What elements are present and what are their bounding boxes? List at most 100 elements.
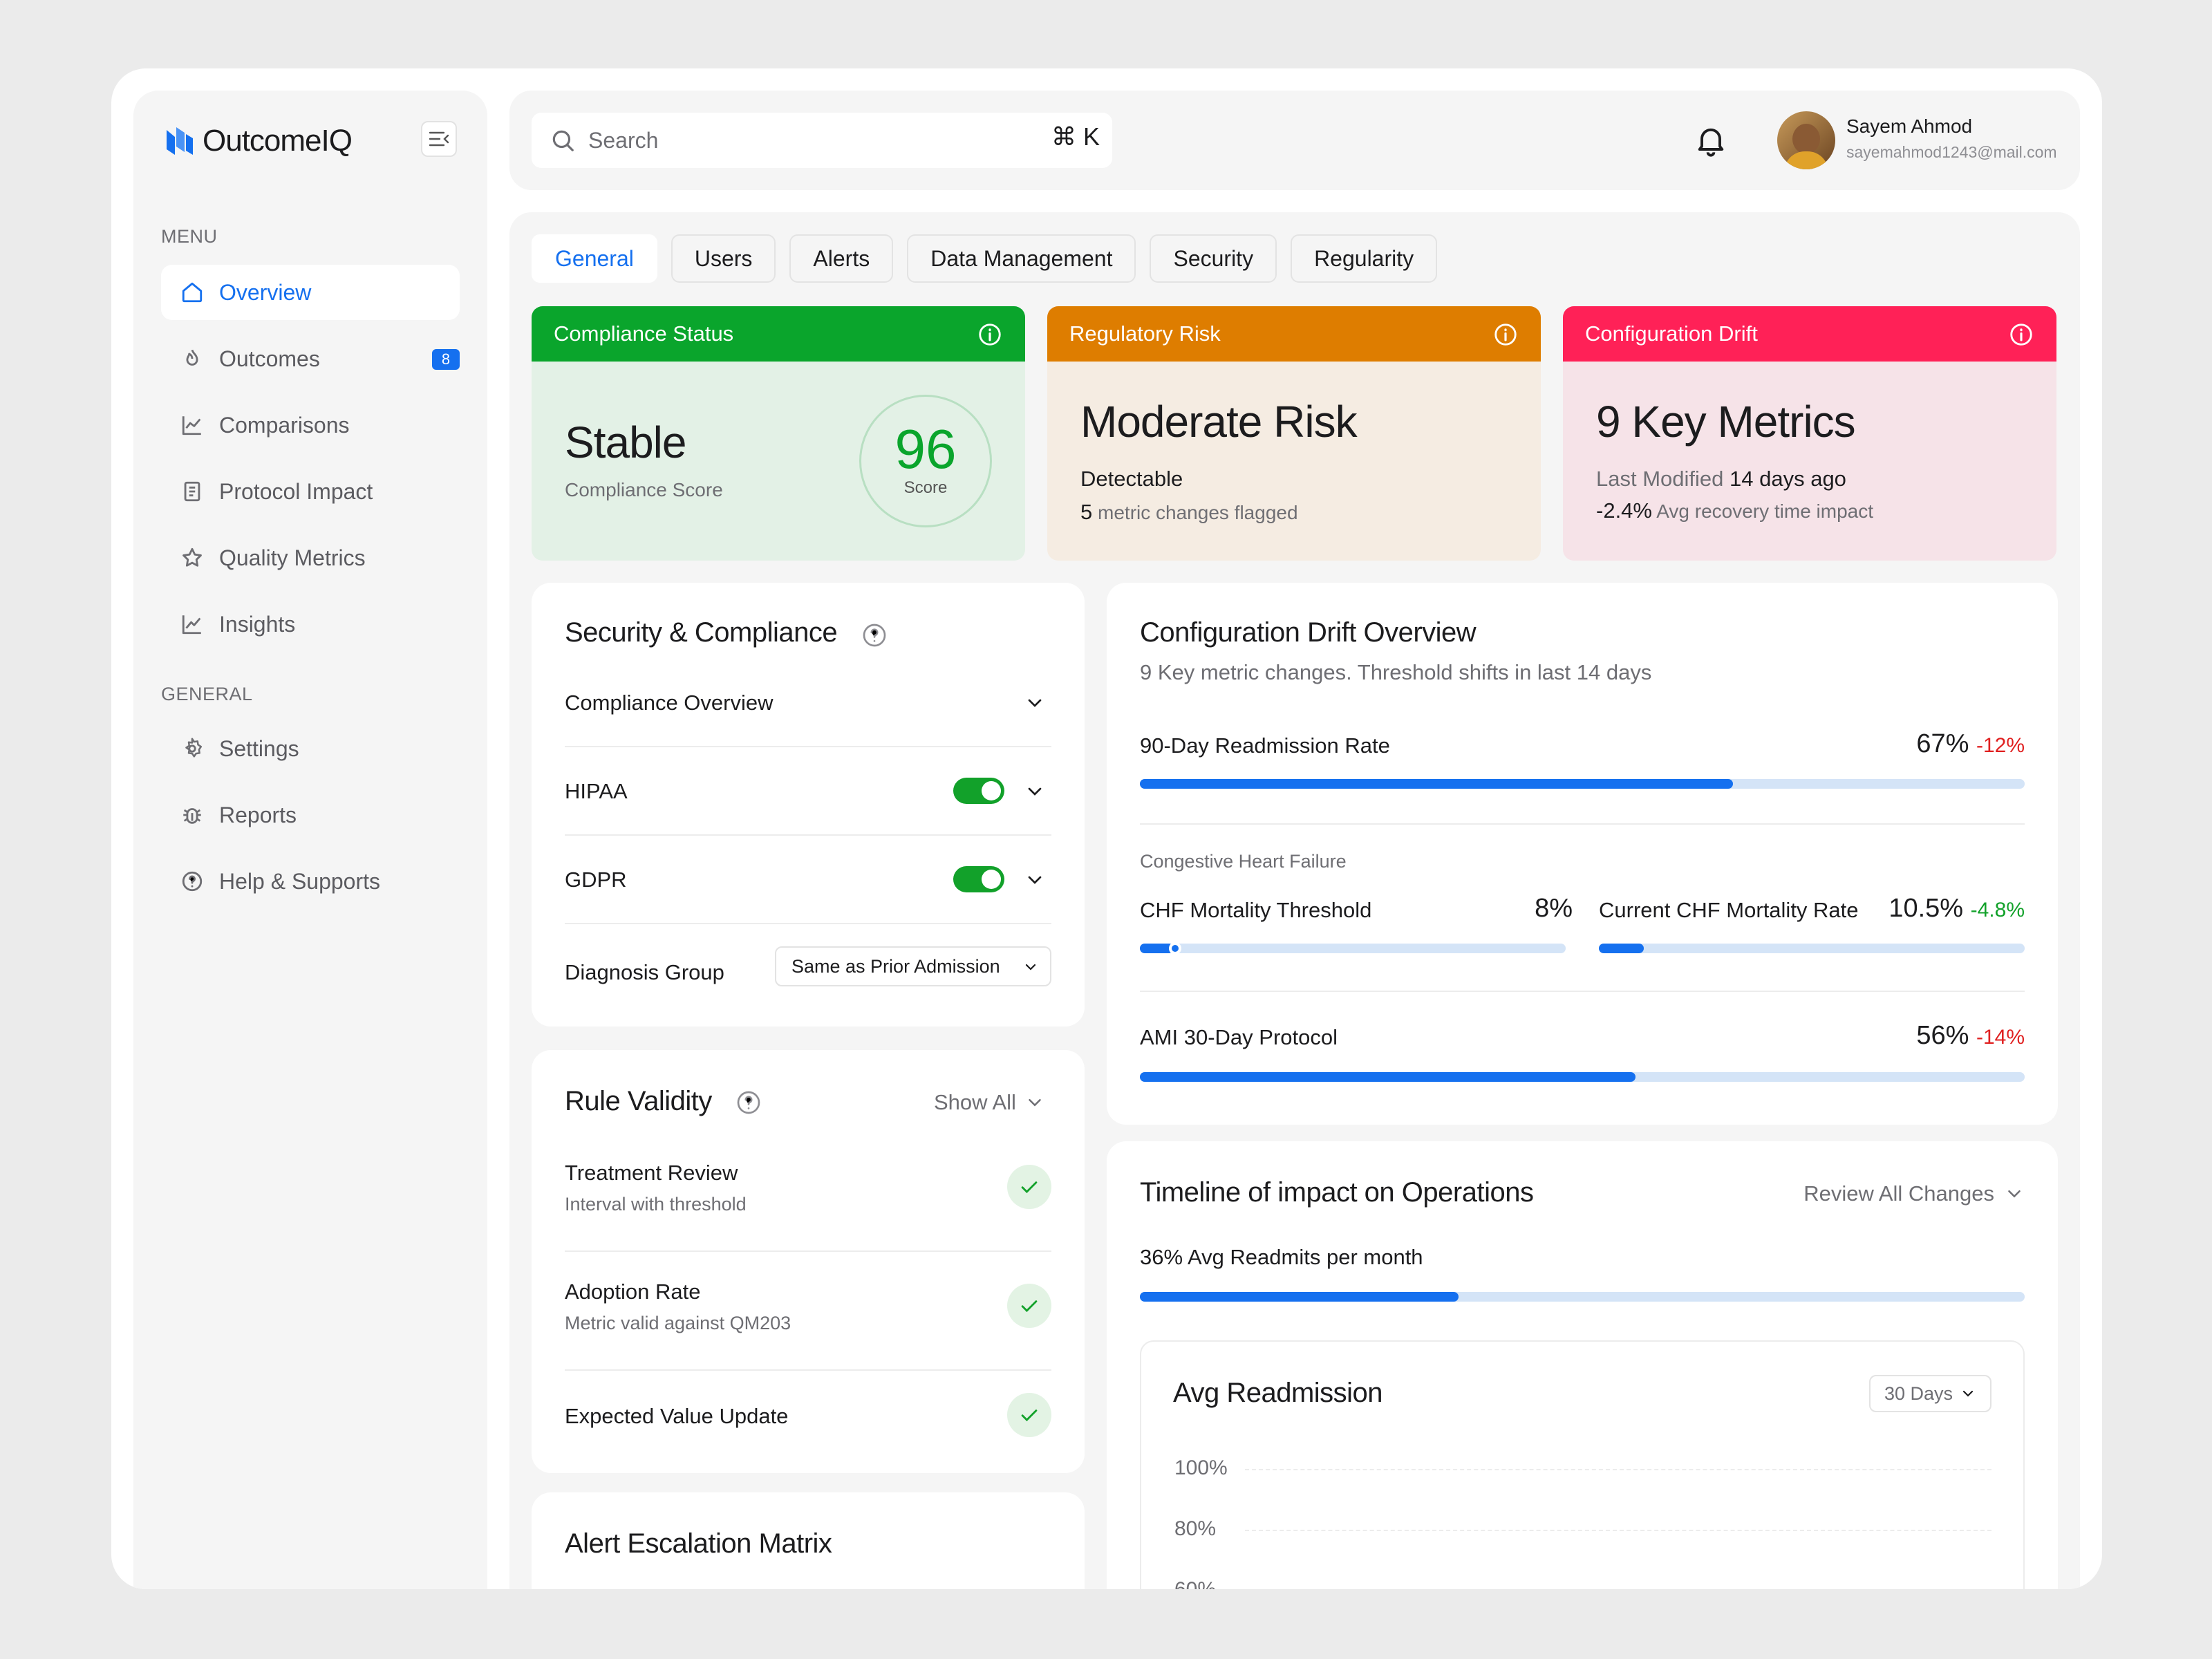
rule-title: Treatment Review	[565, 1161, 738, 1185]
chevron-down-icon[interactable]	[1024, 692, 1046, 714]
tab-regularity[interactable]: Regularity	[1291, 234, 1438, 283]
avatar[interactable]	[1777, 111, 1835, 169]
gridline	[1245, 1530, 1991, 1531]
chevron-down-icon[interactable]	[1024, 780, 1046, 803]
sidebar-item-label: Reports	[219, 802, 297, 827]
rule-title: Adoption Rate	[565, 1280, 701, 1304]
check-icon	[1007, 1393, 1051, 1437]
chart-line-icon	[182, 416, 201, 435]
avg-readmits-value: 36%	[1140, 1245, 1183, 1269]
chf-rate-percent: 10.5%	[1888, 894, 1964, 923]
sidebar-item-reports[interactable]: Reports	[161, 787, 460, 843]
drift-impact: -2.4% Avg recovery time impact	[1596, 498, 1873, 523]
search-placeholder: Search	[588, 127, 659, 153]
tab-alerts[interactable]: Alerts	[789, 234, 894, 283]
tab-data-management[interactable]: Data Management	[907, 234, 1136, 283]
tab-general[interactable]: General	[532, 234, 657, 283]
score-label: Score	[903, 478, 948, 497]
tab-users[interactable]: Users	[671, 234, 776, 283]
chevron-down-icon	[1962, 1390, 1974, 1397]
tab-bar: General Users Alerts Data Management Sec…	[532, 234, 1438, 283]
sidebar-item-outcomes[interactable]: Outcomes 8	[161, 331, 460, 386]
last-modified-label: Last Modified	[1596, 467, 1724, 491]
review-all-changes-button[interactable]: Review All Changes	[1803, 1181, 2025, 1206]
score-value: 96	[894, 418, 957, 480]
chart-title: Avg Readmission	[1173, 1378, 1383, 1408]
help-icon[interactable]	[861, 621, 888, 649]
card-title: Regulatory Risk	[1069, 321, 1221, 346]
chf-rate-label: Current CHF Mortality Rate	[1599, 898, 1859, 922]
info-icon[interactable]	[1492, 321, 1519, 348]
compliance-status-card: Compliance Status Stable Compliance Scor…	[532, 306, 1025, 561]
sidebar-item-label: Outcomes	[219, 346, 320, 371]
regulatory-risk-card: Regulatory Risk Moderate Risk Detectable…	[1047, 306, 1541, 561]
bell-icon	[1698, 128, 1724, 157]
progress-fill	[1599, 944, 1644, 953]
info-icon[interactable]	[2008, 321, 2034, 348]
drift-overview-panel: Configuration Drift Overview 9 Key metri…	[1107, 583, 2058, 1125]
hipaa-toggle[interactable]	[953, 778, 1004, 804]
progress-fill	[1140, 1292, 1459, 1302]
sidebar-item-label: Protocol Impact	[219, 478, 373, 504]
help-icon[interactable]	[735, 1089, 762, 1116]
period-select[interactable]: 30 Days	[1868, 1375, 1991, 1412]
avg-readmits-progress	[1140, 1292, 2025, 1302]
divider	[1140, 823, 2025, 825]
sidebar-item-help[interactable]: Help & Supports	[161, 854, 460, 909]
chf-rate-value: 10.5% -4.8%	[1888, 894, 2025, 924]
avg-readmits-text: Avg Readmits per month	[1187, 1245, 1423, 1269]
panel-title: Timeline of impact on Operations	[1140, 1177, 1534, 1208]
star-icon	[182, 547, 202, 567]
avg-readmits: 36% Avg Readmits per month	[1140, 1245, 1423, 1270]
compliance-value: Stable	[565, 418, 686, 467]
y-tick-label: 100%	[1174, 1456, 1228, 1479]
chf-rate-change: -4.8%	[1970, 899, 2025, 921]
divider	[1140, 991, 2025, 992]
chf-threshold-value: 8%	[1535, 894, 1573, 923]
card-title: Configuration Drift	[1585, 321, 1758, 346]
general-section-label: GENERAL	[161, 684, 253, 704]
bug-icon	[183, 808, 201, 824]
compliance-overview-label[interactable]: Compliance Overview	[565, 691, 774, 715]
panel-title: Rule Validity	[565, 1086, 712, 1116]
threshold-marker[interactable]	[1169, 942, 1181, 955]
notifications-button[interactable]	[1693, 121, 1729, 163]
collapse-sidebar-button[interactable]	[421, 121, 457, 157]
user-email: sayemahmod1243@mail.com	[1846, 143, 2057, 161]
card-header: Configuration Drift	[1563, 306, 2056, 362]
info-icon[interactable]	[977, 321, 1003, 348]
sidebar-item-overview[interactable]: Overview	[161, 265, 460, 320]
chf-threshold-progress	[1140, 942, 1566, 955]
divider	[565, 746, 1051, 747]
sidebar-item-settings[interactable]: Settings	[161, 721, 460, 776]
show-all-button[interactable]: Show All	[934, 1090, 1045, 1115]
divider	[565, 1369, 1051, 1371]
sidebar-item-label: Settings	[219, 735, 299, 761]
trend-icon	[182, 615, 201, 635]
chevron-down-icon[interactable]	[1024, 869, 1046, 891]
gdpr-toggle[interactable]	[953, 866, 1004, 892]
chf-threshold-label: CHF Mortality Threshold	[1140, 898, 1372, 922]
review-all-label: Review All Changes	[1803, 1181, 1994, 1206]
main-content: General Users Alerts Data Management Sec…	[509, 212, 2080, 1589]
progress-fill	[1140, 1072, 1635, 1082]
chf-group-label: Congestive Heart Failure	[1140, 851, 1347, 872]
timeline-panel: Timeline of impact on Operations Review …	[1107, 1141, 2058, 1589]
sidebar-item-protocol-impact[interactable]: Protocol Impact	[161, 464, 460, 519]
sidebar-item-quality-metrics[interactable]: Quality Metrics	[161, 530, 460, 585]
diagnosis-group-select[interactable]: Same as Prior Admission	[775, 946, 1051, 986]
diagnosis-group-value: Same as Prior Admission	[791, 955, 1000, 977]
search-input[interactable]: Search ⌘ K	[532, 113, 1112, 168]
hipaa-label: HIPAA	[565, 779, 628, 803]
logo[interactable]: OutcomeIQ	[164, 124, 353, 158]
tab-security[interactable]: Security	[1150, 234, 1277, 283]
card-header: Regulatory Risk	[1047, 306, 1541, 362]
configuration-drift-card: Configuration Drift 9 Key Metrics Last M…	[1563, 306, 2056, 561]
topbar: Search ⌘ K Sayem Ahmod sayemahmod1243@ma…	[509, 91, 2080, 190]
panel-title: Configuration Drift Overview	[1140, 617, 1477, 648]
ami-value: 56% -14%	[1916, 1021, 2025, 1051]
check-icon	[1007, 1284, 1051, 1328]
readmission-label: 90-Day Readmission Rate	[1140, 733, 1390, 758]
sidebar-item-comparisons[interactable]: Comparisons	[161, 397, 460, 453]
sidebar-item-insights[interactable]: Insights	[161, 597, 460, 652]
